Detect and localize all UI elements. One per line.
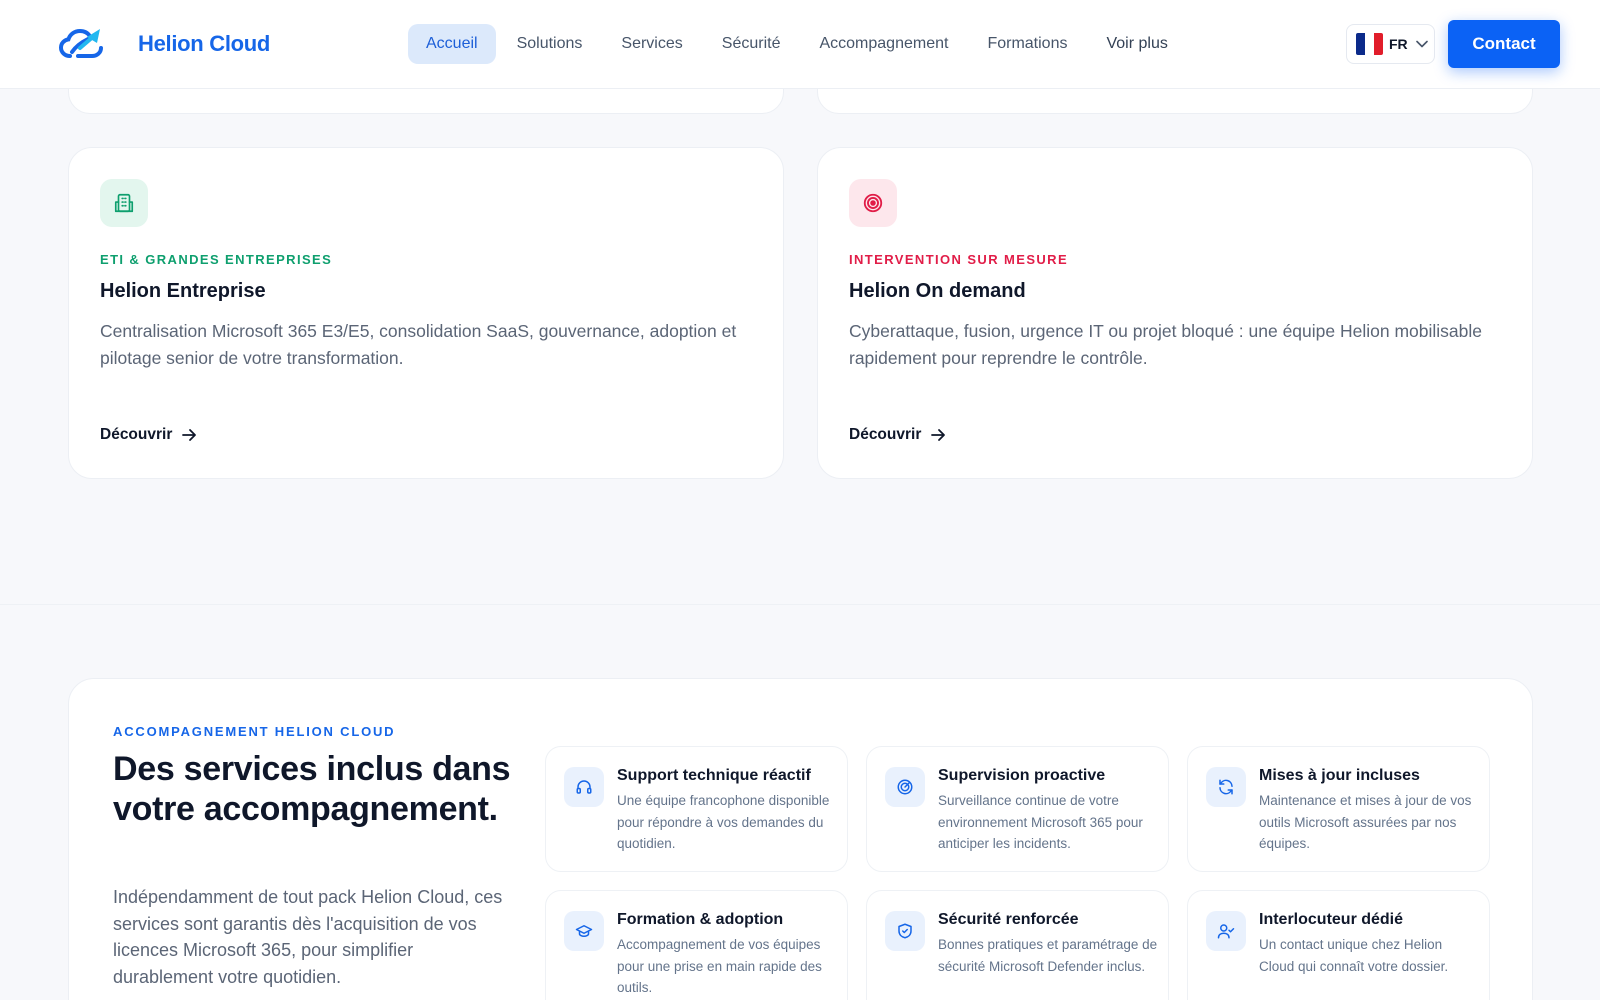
service-description: Accompagnement de vos équipes pour une p… — [617, 937, 822, 995]
nav-item-services[interactable]: Services — [603, 24, 700, 64]
offer-description: Centralisation Microsoft 365 E3/E5, cons… — [100, 321, 737, 368]
contact-button[interactable]: Contact — [1448, 20, 1560, 68]
service-item-supervision: Supervision proactive Surveillance conti… — [866, 746, 1169, 872]
nav-item-accompagnement[interactable]: Accompagnement — [801, 24, 966, 64]
service-description: Un contact unique chez Helion Cloud qui … — [1259, 937, 1449, 974]
service-description: Surveillance continue de votre environne… — [938, 793, 1143, 851]
helion-cloud-logo-icon — [58, 28, 103, 58]
discover-label: Découvrir — [100, 426, 173, 443]
nav-item-solutions[interactable]: Solutions — [499, 24, 601, 64]
offer-title: Helion Entreprise — [100, 280, 266, 302]
service-title: Sécurité renforcée — [938, 911, 1079, 928]
service-title: Mises à jour incluses — [1259, 767, 1420, 784]
offer-card-entreprise: ETI & GRANDES ENTREPRISES Helion Entrepr… — [68, 147, 784, 479]
service-item-support: Support technique réactif Une équipe fra… — [545, 746, 848, 872]
services-eyebrow: ACCOMPAGNEMENT HELION CLOUD — [113, 724, 396, 739]
service-title: Interlocuteur dédié — [1259, 911, 1404, 928]
nav-item-accueil[interactable]: Accueil — [408, 24, 496, 64]
shield-check-icon — [885, 911, 925, 951]
offer-eyebrow: INTERVENTION SUR MESURE — [849, 252, 1069, 267]
service-description: Bonnes pratiques et paramétrage de sécur… — [938, 937, 1158, 974]
service-item-formation: Formation & adoption Accompagnement de v… — [545, 890, 848, 1000]
offer-card-on-demand: INTERVENTION SUR MESURE Helion On demand… — [817, 147, 1533, 479]
service-title: Support technique réactif — [617, 767, 811, 784]
flag-france-icon — [1356, 33, 1383, 55]
services-description: Indépendamment de tout pack Helion Cloud… — [113, 887, 503, 987]
offer-description: Cyberattaque, fusion, urgence IT ou proj… — [849, 321, 1483, 368]
site-header: Helion Cloud Accueil Solutions Services … — [0, 0, 1600, 89]
brand-logo-link[interactable]: Helion Cloud — [58, 26, 270, 62]
nav-item-voir-plus[interactable]: Voir plus — [1088, 24, 1185, 64]
target-icon — [849, 179, 897, 227]
language-code: FR — [1389, 36, 1408, 52]
refresh-icon — [1206, 767, 1246, 807]
service-description: Maintenance et mises à jour de vos outil… — [1259, 793, 1472, 851]
service-title: Supervision proactive — [938, 767, 1106, 784]
chevron-down-icon — [1415, 40, 1428, 48]
nav-item-formations[interactable]: Formations — [969, 24, 1085, 64]
offer-title: Helion On demand — [849, 280, 1026, 302]
main-nav: Accueil Solutions Services Sécurité Acco… — [408, 24, 1189, 64]
service-description: Une équipe francophone disponible pour r… — [617, 793, 830, 851]
service-item-interlocuteur: Interlocuteur dédié Un contact unique ch… — [1187, 890, 1490, 1000]
headset-icon — [564, 767, 604, 807]
language-selector[interactable]: FR — [1346, 24, 1435, 64]
arrow-right-icon — [931, 429, 946, 441]
services-panel: ACCOMPAGNEMENT HELION CLOUD Des services… — [68, 678, 1533, 1000]
services-title: Des services inclus dans votre accompagn… — [113, 750, 511, 828]
discover-link-on-demand[interactable]: Découvrir — [849, 426, 946, 444]
service-title: Formation & adoption — [617, 911, 784, 928]
user-check-icon — [1206, 911, 1246, 951]
offer-eyebrow: ETI & GRANDES ENTREPRISES — [100, 252, 333, 267]
arrow-right-icon — [182, 429, 197, 441]
radar-icon — [885, 767, 925, 807]
service-item-securite: Sécurité renforcée Bonnes pratiques et p… — [866, 890, 1169, 1000]
building-icon — [100, 179, 148, 227]
brand-name: Helion Cloud — [138, 31, 271, 56]
discover-link-entreprise[interactable]: Découvrir — [100, 426, 197, 444]
nav-item-securite[interactable]: Sécurité — [704, 24, 799, 64]
service-item-updates: Mises à jour incluses Maintenance et mis… — [1187, 746, 1490, 872]
graduation-cap-icon — [564, 911, 604, 951]
discover-label: Découvrir — [849, 426, 922, 443]
